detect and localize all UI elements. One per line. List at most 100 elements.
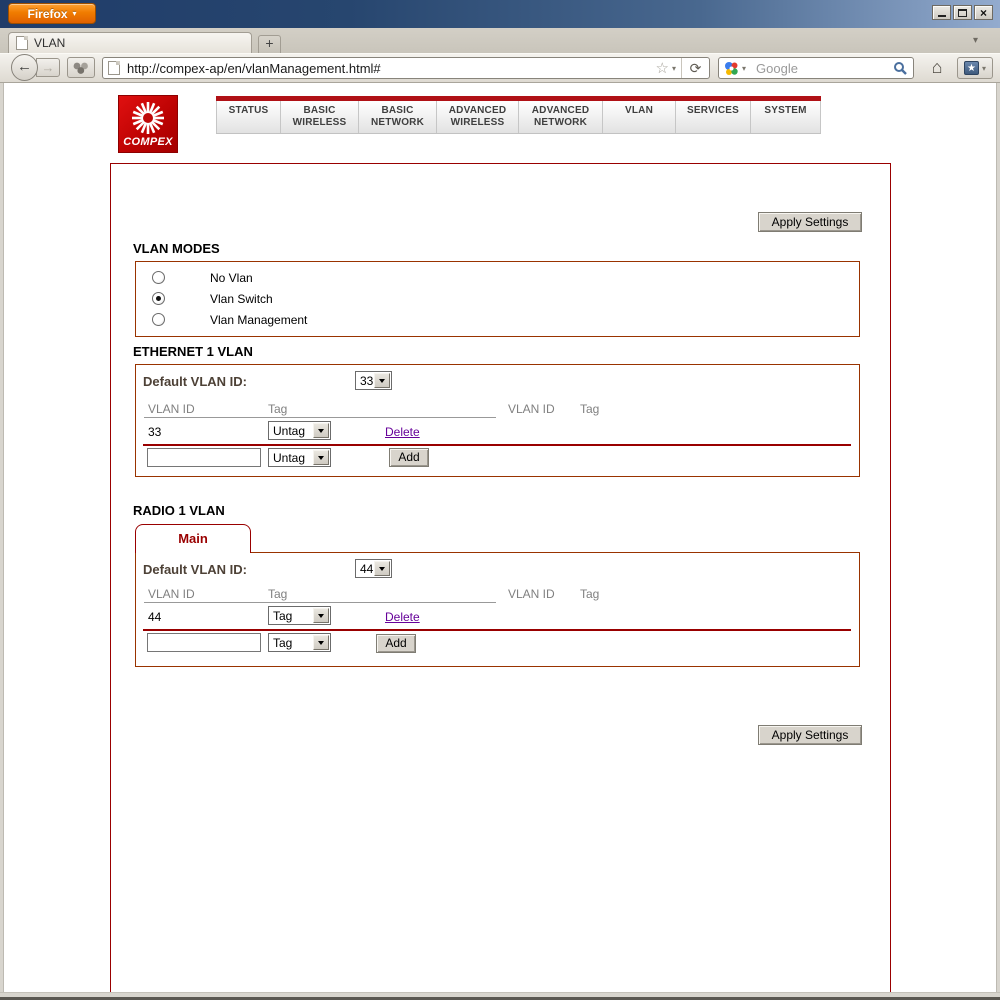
dropdown-arrow-icon[interactable] — [313, 423, 329, 438]
home-icon: ⌂ — [931, 57, 943, 77]
col-tag: Tag — [268, 402, 288, 416]
vlan-id-input[interactable] — [147, 448, 261, 467]
dropdown-arrow-icon[interactable] — [374, 373, 390, 388]
maximize-button[interactable] — [953, 5, 972, 20]
search-box[interactable]: ▾ Google — [718, 57, 914, 79]
dropdown-arrow-icon[interactable] — [313, 635, 329, 650]
default-vlan-select[interactable]: 44 — [355, 559, 392, 578]
page-content: COMPEX STATUS BASIC WIRELESS BASIC NETWO… — [4, 83, 996, 992]
col-vlan-id: VLAN ID — [148, 402, 195, 416]
chevron-down-icon[interactable]: ▾ — [672, 64, 676, 73]
starburst-icon — [132, 102, 164, 134]
dropdown-arrow-icon[interactable] — [374, 561, 390, 576]
header-underline — [144, 417, 496, 418]
vlan-id-cell: 33 — [148, 425, 162, 439]
nav-item-advanced-network[interactable]: ADVANCED NETWORK — [519, 101, 603, 133]
firefox-menu-button[interactable]: Firefox ▾ — [8, 3, 96, 24]
col-tag: Tag — [268, 587, 288, 601]
radio-label: Vlan Switch — [210, 292, 273, 306]
radio-no-vlan[interactable] — [152, 271, 165, 284]
home-button[interactable]: ⌂ — [922, 56, 952, 80]
select-value: 44 — [360, 561, 374, 576]
close-icon: × — [979, 5, 987, 20]
title-bar: Firefox ▾ × — [0, 0, 1000, 28]
select-value: Tag — [273, 608, 293, 623]
radio-label: No Vlan — [210, 271, 253, 285]
maximize-icon — [958, 8, 967, 17]
nav-item-system[interactable]: SYSTEM — [751, 101, 821, 133]
dropdown-arrow-icon[interactable] — [313, 608, 329, 623]
url-input[interactable]: http://compex-ap/en/vlanManagement.html# — [127, 61, 656, 76]
nav-item-advanced-wireless[interactable]: ADVANCED WIRELESS — [437, 101, 519, 133]
bookmarks-menu-button[interactable]: ★ ▾ — [957, 57, 993, 79]
default-vlan-select[interactable]: 33 — [355, 371, 392, 390]
page-icon — [16, 36, 28, 50]
row-divider — [143, 629, 851, 631]
tab-groups-button[interactable] — [67, 57, 95, 78]
tab-groups-icon — [73, 62, 88, 74]
delete-link[interactable]: Delete — [385, 610, 420, 624]
list-all-tabs-icon[interactable]: ▾ — [973, 35, 978, 46]
col-vlan-id-2: VLAN ID — [508, 587, 555, 601]
content-frame: Apply Settings VLAN MODES No Vlan Vlan S… — [110, 163, 891, 992]
logo-text: COMPEX — [123, 136, 173, 148]
vlan-modes-heading: VLAN MODES — [133, 241, 220, 256]
dropdown-arrow-icon[interactable] — [313, 450, 329, 465]
chevron-down-icon: ▾ — [72, 9, 77, 18]
add-button[interactable]: Add — [376, 634, 416, 653]
url-bar[interactable]: http://compex-ap/en/vlanManagement.html#… — [102, 57, 710, 79]
tab-bar: VLAN + ▾ — [0, 28, 1000, 53]
window-border-bottom — [0, 992, 1000, 1000]
chevron-down-icon[interactable]: ▾ — [742, 64, 746, 73]
apply-settings-button-bottom[interactable]: Apply Settings — [758, 725, 862, 745]
add-button[interactable]: Add — [389, 448, 429, 467]
forward-button[interactable]: → — [36, 58, 60, 77]
radio-label: Vlan Management — [210, 313, 308, 327]
delete-link[interactable]: Delete — [385, 425, 420, 439]
back-button[interactable]: ← — [11, 54, 38, 81]
ethernet1-heading: ETHERNET 1 VLAN — [133, 344, 253, 359]
search-input[interactable]: Google — [756, 61, 893, 76]
bookmark-star-icon[interactable]: ☆ — [656, 61, 669, 76]
default-vlan-label: Default VLAN ID: — [143, 374, 247, 389]
tag-select-new[interactable]: Untag — [268, 448, 331, 467]
browser-window: Firefox ▾ × VLAN + ▾ ← → http://compex-a… — [0, 0, 1000, 1000]
nav-item-vlan[interactable]: VLAN — [603, 101, 676, 133]
tag-select[interactable]: Tag — [268, 606, 331, 625]
tag-select[interactable]: Untag — [268, 421, 331, 440]
vlan-id-input[interactable] — [147, 633, 261, 652]
default-vlan-label: Default VLAN ID: — [143, 562, 247, 577]
radio-vlan-switch[interactable] — [152, 292, 165, 305]
tab-title: VLAN — [34, 36, 66, 50]
new-tab-button[interactable]: + — [258, 35, 281, 53]
google-icon — [725, 61, 738, 75]
tab-vlan[interactable]: VLAN — [8, 32, 252, 53]
select-value: 33 — [360, 373, 374, 388]
nav-item-basic-wireless[interactable]: BASIC WIRELESS — [281, 101, 359, 133]
tag-select-new[interactable]: Tag — [268, 633, 331, 652]
close-button[interactable]: × — [974, 5, 993, 20]
radio-vlan-management[interactable] — [152, 313, 165, 326]
select-value: Untag — [273, 450, 306, 465]
vlan-modes-box: No Vlan Vlan Switch Vlan Management — [135, 261, 860, 337]
select-value: Untag — [273, 423, 306, 438]
window-controls: × — [932, 5, 993, 20]
nav-item-basic-network[interactable]: BASIC NETWORK — [359, 101, 437, 133]
row-divider — [143, 444, 851, 446]
navigation-toolbar: ← → http://compex-ap/en/vlanManagement.h… — [0, 53, 1000, 83]
radio1-heading: RADIO 1 VLAN — [133, 503, 225, 518]
col-vlan-id-2: VLAN ID — [508, 402, 555, 416]
apply-settings-button-top[interactable]: Apply Settings — [758, 212, 862, 232]
reload-button[interactable]: ⟳ — [682, 60, 709, 77]
tab-main[interactable]: Main — [135, 524, 251, 553]
firefox-menu-label: Firefox — [27, 6, 68, 21]
vlan-mode-option: Vlan Switch — [136, 291, 859, 307]
search-icon[interactable] — [893, 61, 907, 75]
minimize-button[interactable] — [932, 5, 951, 20]
minimize-icon — [937, 15, 946, 17]
nav-item-status[interactable]: STATUS — [216, 101, 281, 133]
select-value: Tag — [273, 635, 293, 650]
vlan-mode-option: No Vlan — [136, 270, 859, 286]
nav-item-services[interactable]: SERVICES — [676, 101, 751, 133]
main-navigation: STATUS BASIC WIRELESS BASIC NETWORK ADVA… — [216, 96, 821, 134]
